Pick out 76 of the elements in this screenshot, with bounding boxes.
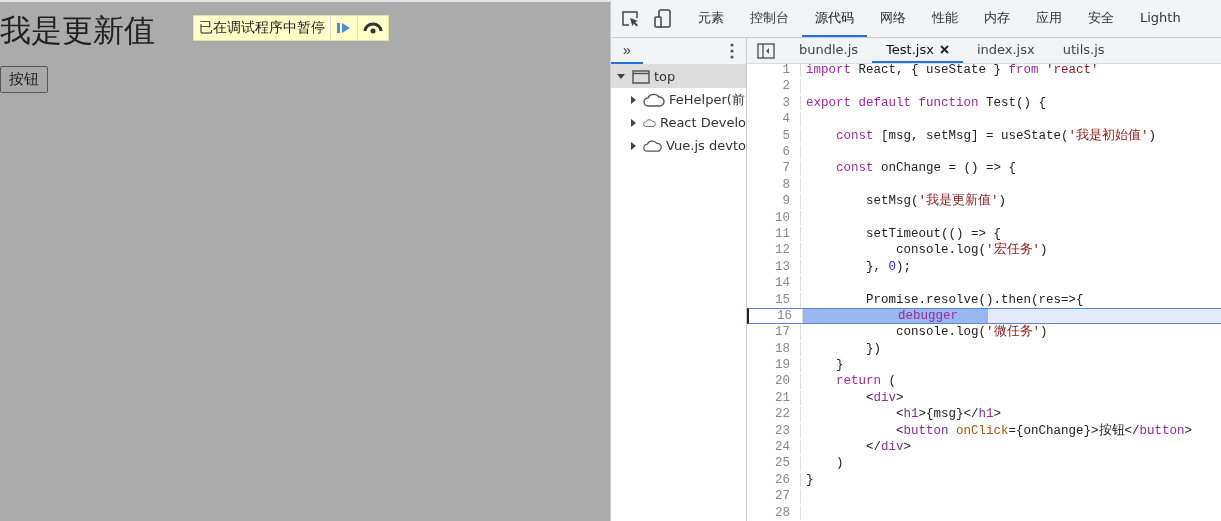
kebab-menu-icon[interactable] xyxy=(730,43,734,59)
tree-item[interactable]: FeHelper(前 xyxy=(611,88,746,111)
line-number: 5 xyxy=(747,128,801,143)
code-line: } xyxy=(835,358,844,373)
line-number: 13 xyxy=(747,259,801,275)
devtools-tab[interactable]: 性能 xyxy=(919,0,971,37)
line-number: 11 xyxy=(747,226,801,242)
tree-item[interactable]: Vue.js devto xyxy=(611,134,746,157)
devtools-tab[interactable]: 控制台 xyxy=(737,0,802,37)
inspect-icon[interactable] xyxy=(621,9,641,28)
line-number: 6 xyxy=(747,145,801,160)
line-number: 21 xyxy=(747,390,801,406)
code-line: setMsg('我是更新值') xyxy=(865,194,1007,209)
line-number: 9 xyxy=(747,194,801,209)
step-over-icon xyxy=(363,22,383,34)
page-heading: 我是更新值 xyxy=(0,11,155,50)
file-tab[interactable]: bundle.js xyxy=(785,38,873,64)
line-number: 2 xyxy=(747,79,801,94)
line-number: 26 xyxy=(747,472,801,488)
file-tab[interactable]: utils.js xyxy=(1048,38,1119,64)
line-number: 27 xyxy=(747,489,801,504)
line-number: 25 xyxy=(747,456,801,471)
code-line: setTimeout(() => { xyxy=(865,226,1002,242)
devtools-tab[interactable]: 应用 xyxy=(1023,0,1075,37)
file-tab[interactable]: Test.jsx xyxy=(872,38,963,64)
line-number: 7 xyxy=(747,161,801,176)
close-icon[interactable] xyxy=(939,45,949,55)
frame-icon xyxy=(632,69,650,84)
line-number: 10 xyxy=(747,210,801,225)
devtools-tab[interactable]: 元素 xyxy=(685,0,737,37)
line-number: 24 xyxy=(747,440,801,455)
line-number: 28 xyxy=(747,505,801,520)
code-line: Promise.resolve().then(res=>{ xyxy=(865,292,1084,307)
code-line: return ( xyxy=(835,374,897,389)
code-line: export default function Test() { xyxy=(805,95,1047,111)
code-line: ) xyxy=(835,456,844,471)
code-line: <h1>{msg}</h1> xyxy=(895,407,1002,422)
device-icon[interactable] xyxy=(653,8,673,29)
cloud-icon xyxy=(643,92,665,107)
code-line: </div> xyxy=(865,440,912,455)
code-line: console.log('宏任务') xyxy=(895,243,1048,258)
paused-message: 已在调试程序中暂停 xyxy=(198,18,326,37)
line-number: 12 xyxy=(747,243,801,258)
devtools-tab[interactable]: Lighth xyxy=(1127,0,1194,37)
line-number: 8 xyxy=(747,177,801,193)
line-number: 22 xyxy=(747,407,801,422)
code-line: } xyxy=(805,472,814,488)
line-number: 1 xyxy=(747,63,801,78)
tree-item[interactable]: React Develo xyxy=(611,111,746,134)
file-tab[interactable]: index.jsx xyxy=(962,38,1049,64)
code-line: <div> xyxy=(865,390,904,406)
code-line: <button onClick={onChange}>按钮</button> xyxy=(895,423,1193,439)
devtools-tab[interactable]: 安全 xyxy=(1075,0,1127,37)
devtools-tab[interactable]: 内存 xyxy=(971,0,1023,37)
page-button[interactable]: 按钮 xyxy=(0,66,48,93)
line-number: 19 xyxy=(747,358,801,373)
play-icon xyxy=(336,22,352,34)
code-line: import React, { useState } from 'react' xyxy=(805,63,1099,78)
line-number: 20 xyxy=(747,374,801,389)
code-line: }) xyxy=(865,341,881,357)
line-number: 17 xyxy=(747,325,801,340)
devtools-tab[interactable]: 网络 xyxy=(867,0,919,37)
line-number: 14 xyxy=(747,276,801,291)
line-number: 4 xyxy=(747,112,801,127)
line-number: 16 xyxy=(749,308,803,324)
line-number: 23 xyxy=(747,423,801,439)
code-line: const onChange = () => { xyxy=(835,161,1017,176)
sidebar-toggle-icon[interactable] xyxy=(757,42,775,59)
line-number: 3 xyxy=(747,95,801,111)
code-line: const [msg, setMsg] = useState('我是初始值') xyxy=(835,128,1157,143)
tree-item[interactable]: top xyxy=(611,65,746,88)
cloud-icon xyxy=(643,138,663,153)
code-line: }, 0); xyxy=(865,259,912,275)
line-number: 15 xyxy=(747,292,801,307)
code-line: console.log('微任务') xyxy=(895,325,1048,340)
line-number: 18 xyxy=(747,341,801,357)
